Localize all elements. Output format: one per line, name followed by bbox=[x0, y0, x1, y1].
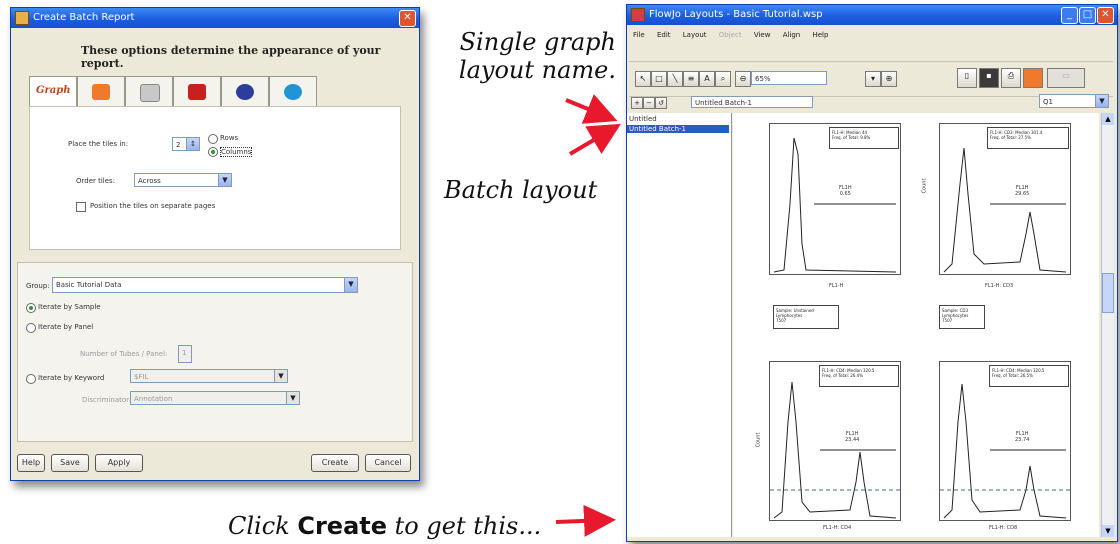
menu-edit[interactable]: Edit bbox=[657, 31, 671, 39]
menu-help[interactable]: Help bbox=[812, 31, 828, 39]
remove-layout-icon[interactable]: − bbox=[643, 97, 655, 109]
menu-align[interactable]: Align bbox=[783, 31, 801, 39]
scroll-down-icon[interactable]: ▼ bbox=[1102, 525, 1114, 537]
layout-item-untitled[interactable]: Untitled bbox=[629, 115, 657, 123]
layout-canvas: FL1-H: Median 44 Freq. of Total: 9.8% FL… bbox=[733, 113, 1099, 537]
clipboard-icon[interactable]: ▯ bbox=[957, 68, 977, 88]
refresh-layout-icon[interactable]: ↺ bbox=[655, 97, 667, 109]
sample-2-line3: 7507 bbox=[942, 318, 953, 323]
layout-item-batch[interactable]: Untitled Batch-1 bbox=[627, 125, 729, 133]
plot-3-gate: FL1H 23.44 bbox=[845, 431, 859, 443]
layout-name-field[interactable]: Untitled Batch-1 bbox=[691, 96, 813, 108]
plot-4-xlabel: FL1-H: CD8 bbox=[989, 525, 1018, 531]
sample-box-1: Sample: Unstained Lymphocytes 7507 bbox=[773, 305, 839, 329]
zoom-dropdown-icon[interactable]: ▾ bbox=[865, 71, 881, 87]
add-layout-icon[interactable]: + bbox=[631, 97, 643, 109]
plot-2-xlabel: FL1-H: CD3 bbox=[985, 283, 1014, 289]
plot-3-stats: FL1-H: CD4: Median 320.5 Freq. of Total:… bbox=[819, 365, 899, 387]
vertical-scrollbar[interactable]: ▲ ▼ bbox=[1101, 113, 1114, 537]
plot-3-gate-value: 23.44 bbox=[845, 437, 860, 443]
chevron-down-icon[interactable]: ▼ bbox=[1095, 95, 1108, 107]
arrow-to-window bbox=[555, 504, 616, 537]
close-icon[interactable]: ✕ bbox=[1097, 7, 1114, 24]
layout-name-value: Untitled Batch-1 bbox=[695, 99, 753, 107]
plot-4-gate-value: 23.74 bbox=[1015, 437, 1030, 443]
layout-list: Untitled Untitled Batch-1 bbox=[627, 113, 732, 537]
plot-4-gate: FL1H 23.74 bbox=[1015, 431, 1029, 443]
layout-title: FlowJo Layouts - Basic Tutorial.wsp bbox=[649, 9, 823, 20]
menu-object[interactable]: Object bbox=[719, 31, 742, 39]
plot-3-ylabel: Count bbox=[755, 432, 762, 448]
plot-1-xlabel: FL1-H bbox=[829, 283, 844, 289]
minimize-icon[interactable]: _ bbox=[1061, 7, 1078, 24]
app-icon bbox=[631, 8, 645, 22]
plot-4-stats: FL1-H: CD4: Median 320.5 Freq. of Total:… bbox=[989, 365, 1069, 387]
arrow-to-batch-layout bbox=[568, 123, 621, 156]
plot-2-subtitle: Freq. of Total: 27.5% bbox=[990, 135, 1031, 140]
sample-box-2: Sample: CD3 Lymphocytes 7507 bbox=[939, 305, 985, 329]
export-icon[interactable] bbox=[1023, 68, 1043, 88]
zoom-in-icon[interactable]: ⊕ bbox=[881, 71, 897, 87]
plot-1-subtitle: Freq. of Total: 9.8% bbox=[832, 135, 871, 140]
table-tool-icon[interactable]: ≡ bbox=[683, 71, 699, 87]
zoom-value: 65% bbox=[755, 75, 771, 83]
plot-1-gate: FL1H 0.65 bbox=[839, 185, 852, 197]
menu-layout[interactable]: Layout bbox=[683, 31, 707, 39]
arrow-to-layout-field bbox=[565, 94, 618, 124]
text-tool-icon[interactable]: A bbox=[699, 71, 715, 87]
layout-titlebar[interactable]: FlowJo Layouts - Basic Tutorial.wsp _ □ … bbox=[627, 5, 1117, 25]
plot-2-stats: FL1-H: CD3: Median 301.4 Freq. of Total:… bbox=[987, 127, 1069, 149]
plot-1-stats: FL1-H: Median 44 Freq. of Total: 9.8% bbox=[829, 127, 899, 149]
flowjo-layout-window: FlowJo Layouts - Basic Tutorial.wsp _ □ … bbox=[626, 4, 1118, 542]
rectangle-tool-icon[interactable]: □ bbox=[651, 71, 667, 87]
plot-3-xlabel: FL1-H: CD4 bbox=[823, 525, 852, 531]
scroll-up-icon[interactable]: ▲ bbox=[1102, 113, 1114, 125]
menu-file[interactable]: File bbox=[633, 31, 645, 39]
maximize-icon[interactable]: □ bbox=[1079, 7, 1096, 24]
scroll-thumb[interactable] bbox=[1102, 273, 1114, 313]
plot-1-gate-value: 0.65 bbox=[839, 191, 851, 197]
zoom-select[interactable]: 65% bbox=[751, 71, 827, 85]
print-icon[interactable]: ⎙ bbox=[1001, 68, 1021, 88]
right-select[interactable]: Q1 ▼ bbox=[1039, 94, 1109, 108]
menu-bar: File Edit Layout Object View Align Help bbox=[633, 31, 838, 39]
plot-2-ylabel: Count bbox=[921, 178, 928, 194]
menu-view[interactable]: View bbox=[754, 31, 771, 39]
plot-2-gate-value: 29.65 bbox=[1015, 191, 1030, 197]
plot-3-subtitle: Freq. of Total: 26.4% bbox=[822, 373, 863, 378]
line-tool-icon[interactable]: ╲ bbox=[667, 71, 683, 87]
plot-4-subtitle: Freq. of Total: 26.5% bbox=[992, 373, 1033, 378]
zoom-tool-icon[interactable]: ⌕ bbox=[715, 71, 731, 87]
sample-1-line3: 7507 bbox=[776, 318, 787, 323]
pointer-tool-icon[interactable]: ↖ bbox=[635, 71, 651, 87]
zoom-out-icon[interactable]: ⊖ bbox=[735, 71, 751, 87]
plot-2-gate: FL1H 29.65 bbox=[1015, 185, 1029, 197]
save-disk-icon[interactable]: ▪ bbox=[979, 68, 999, 88]
right-select-value: Q1 bbox=[1043, 98, 1053, 106]
batch-icon[interactable]: ▭ bbox=[1047, 68, 1085, 88]
